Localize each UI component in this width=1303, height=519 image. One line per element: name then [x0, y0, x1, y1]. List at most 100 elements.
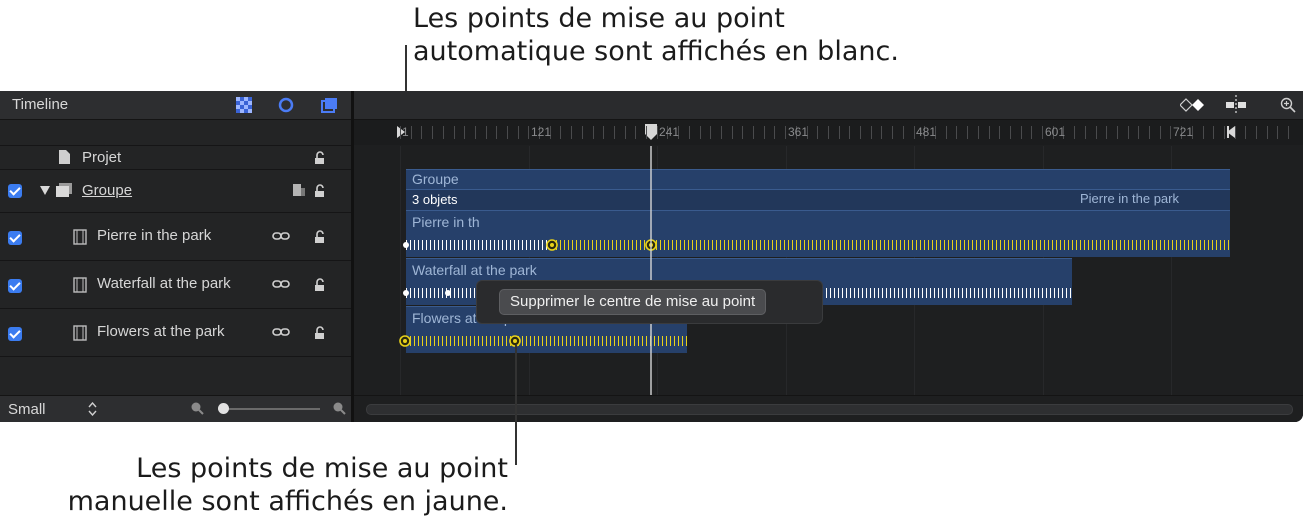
ruler-tick	[571, 126, 572, 139]
ruler-tick	[1203, 126, 1204, 139]
checkerboard-icon[interactable]	[235, 96, 253, 114]
clip-checkbox[interactable]	[8, 231, 22, 245]
manual-focus-point-center	[550, 243, 554, 247]
ruler-tick	[710, 126, 711, 139]
callout-auto-line1: Les points de mise au point	[413, 3, 785, 34]
ruler-tick	[400, 126, 401, 139]
layer-label: Pierre in the park	[97, 227, 212, 244]
ruler-tick	[635, 126, 636, 139]
ruler-tick	[999, 126, 1000, 139]
callout-auto-focus: Les points de mise au point automatique …	[413, 2, 899, 68]
layer-row-group[interactable]: Groupe	[0, 170, 351, 213]
timeline-title: Timeline	[12, 96, 69, 113]
group-icon	[56, 183, 72, 197]
ruler-label: 1	[402, 125, 409, 139]
ruler-tick	[721, 126, 722, 139]
popup-arrows-icon[interactable]	[88, 402, 97, 416]
leader-line-bottom	[515, 345, 517, 465]
ruler-label: 721	[1173, 125, 1194, 139]
film-clip-icon	[73, 277, 87, 293]
ruler-tick	[1106, 126, 1107, 139]
play-range-out-icon[interactable]	[1227, 126, 1235, 138]
callout-manual-line2: manuelle sont affichés en jaune.	[67, 486, 508, 517]
callout-manual-focus: Les points de mise au point manuelle son…	[68, 452, 508, 518]
auto-focus-point[interactable]	[403, 242, 409, 248]
size-popup-label[interactable]: Small	[8, 401, 46, 418]
ruler-tick	[1010, 126, 1011, 139]
ruler-label: 241	[659, 125, 680, 139]
ruler-label: 601	[1045, 125, 1066, 139]
ruler-tick	[967, 126, 968, 139]
ruler-tick	[892, 126, 893, 139]
timeline-toolbar	[354, 91, 1303, 120]
disclosure-triangle-icon[interactable]	[40, 186, 50, 195]
snapping-icon[interactable]	[1225, 95, 1247, 115]
horizontal-scrollbar[interactable]	[366, 404, 1293, 415]
layers-icon[interactable]	[320, 96, 338, 114]
ruler-tick	[1245, 126, 1246, 139]
callout-auto-line2: automatique sont affichés en blanc.	[413, 36, 899, 67]
zoom-slider-knob[interactable]	[218, 403, 229, 414]
layers-list: Timeline Projet Groupe Pierre in the par…	[0, 91, 351, 422]
ruler-tick	[903, 126, 904, 139]
ruler-tick	[528, 126, 529, 139]
ruler-tick	[1074, 126, 1075, 139]
layer-row-waterfall[interactable]: Waterfall at the park	[0, 261, 351, 309]
lock-icon[interactable]	[313, 230, 327, 244]
layer-row-flowers[interactable]: Flowers at the park	[0, 309, 351, 357]
zoom-in-icon[interactable]	[332, 401, 346, 415]
focus-point-popover: Supprimer le centre de mise au point	[476, 280, 823, 324]
ruler-tick	[1021, 126, 1022, 139]
ruler-tick	[560, 126, 561, 139]
layers-empty-row	[0, 120, 351, 146]
ruler-tick	[764, 126, 765, 139]
gear-icon[interactable]	[277, 96, 295, 114]
ruler-tick	[753, 126, 754, 139]
zoom-icon[interactable]	[1280, 97, 1296, 113]
zoom-slider[interactable]	[218, 408, 320, 410]
ruler-tick	[978, 126, 979, 139]
ruler-tick	[432, 126, 433, 139]
clip-checkbox[interactable]	[8, 279, 22, 293]
ruler-tick	[1138, 126, 1139, 139]
ruler-tick	[1085, 126, 1086, 139]
ruler-tick	[946, 126, 947, 139]
group-checkbox[interactable]	[8, 184, 22, 198]
document-icon	[59, 150, 70, 164]
clip-checkbox[interactable]	[8, 327, 22, 341]
ruler-tick	[421, 126, 422, 139]
lock-icon[interactable]	[313, 151, 327, 165]
ruler-tick	[454, 126, 455, 139]
lock-icon[interactable]	[313, 326, 327, 340]
auto-focus-point[interactable]	[445, 290, 451, 296]
ruler-tick	[914, 126, 915, 139]
zoom-out-icon[interactable]	[190, 401, 204, 415]
ruler-tick	[1256, 126, 1257, 139]
time-ruler[interactable]: 1 121 241 361 481 601 721	[354, 120, 1303, 145]
layer-label: Waterfall at the park	[97, 275, 231, 292]
link-icon[interactable]	[272, 231, 290, 241]
keyframe-navigation-icon[interactable]	[1180, 98, 1206, 112]
ruler-tick	[1042, 126, 1043, 139]
link-icon[interactable]	[272, 327, 290, 337]
ruler-tick	[496, 126, 497, 139]
layer-row-pierre[interactable]: Pierre in the park	[0, 213, 351, 261]
ruler-tick	[689, 126, 690, 139]
lock-icon[interactable]	[313, 184, 327, 198]
group-options-icon[interactable]	[292, 183, 306, 197]
layer-row-project[interactable]: Projet	[0, 146, 351, 170]
ruler-tick	[1128, 126, 1129, 139]
ruler-tick	[507, 126, 508, 139]
ruler-tick	[989, 126, 990, 139]
ruler-tick	[464, 126, 465, 139]
layer-label: Groupe	[82, 182, 133, 199]
lock-icon[interactable]	[313, 278, 327, 292]
timeline-header: Timeline	[0, 91, 351, 120]
link-icon[interactable]	[272, 279, 290, 289]
delete-focus-point-button[interactable]: Supprimer le centre de mise au point	[499, 289, 767, 315]
ruler-tick	[700, 126, 701, 139]
auto-focus-point[interactable]	[403, 290, 409, 296]
ruler-tick	[475, 126, 476, 139]
ruler-tick	[646, 126, 647, 139]
callout-manual-line1: Les points de mise au point	[136, 453, 508, 484]
